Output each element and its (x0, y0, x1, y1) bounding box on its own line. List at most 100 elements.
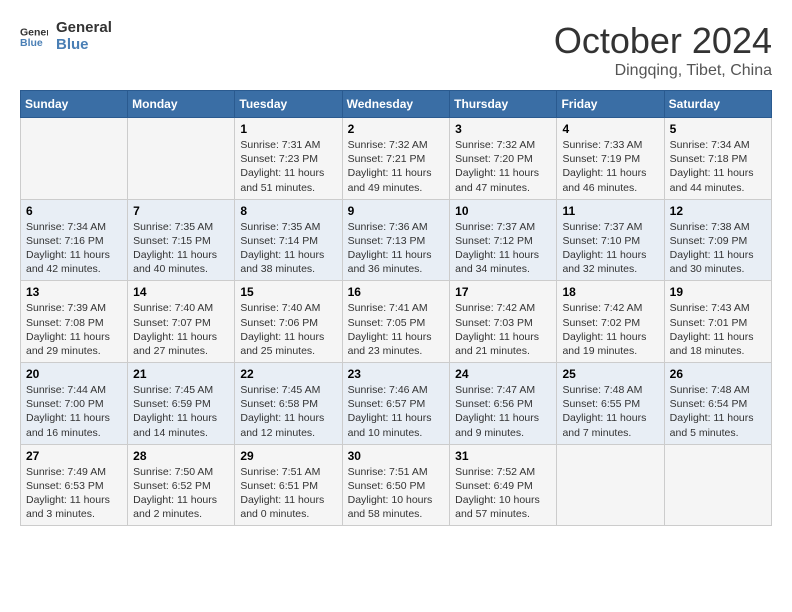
day-number: 12 (670, 204, 766, 218)
header-cell-wednesday: Wednesday (342, 91, 450, 118)
day-number: 15 (240, 285, 336, 299)
day-info: Sunrise: 7:36 AMSunset: 7:13 PMDaylight:… (348, 220, 445, 277)
day-cell: 4 Sunrise: 7:33 AMSunset: 7:19 PMDaylight… (557, 118, 664, 200)
day-info: Sunrise: 7:52 AMSunset: 6:49 PMDaylight:… (455, 465, 551, 522)
day-info: Sunrise: 7:39 AMSunset: 7:08 PMDaylight:… (26, 301, 122, 358)
day-number: 23 (348, 367, 445, 381)
day-number: 17 (455, 285, 551, 299)
day-number: 20 (26, 367, 122, 381)
title-block: October 2024 Dingqing, Tibet, China (554, 20, 772, 80)
day-number: 4 (562, 122, 658, 136)
day-cell: 10 Sunrise: 7:37 AMSunset: 7:12 PMDayligh… (450, 199, 557, 281)
day-info: Sunrise: 7:33 AMSunset: 7:19 PMDaylight:… (562, 138, 658, 195)
day-number: 27 (26, 449, 122, 463)
day-cell (21, 118, 128, 200)
day-number: 1 (240, 122, 336, 136)
day-number: 2 (348, 122, 445, 136)
day-info: Sunrise: 7:50 AMSunset: 6:52 PMDaylight:… (133, 465, 229, 522)
logo: General Blue General Blue (20, 20, 112, 53)
day-cell: 25 Sunrise: 7:48 AMSunset: 6:55 PMDayligh… (557, 363, 664, 445)
day-info: Sunrise: 7:43 AMSunset: 7:01 PMDaylight:… (670, 301, 766, 358)
month-title: October 2024 (554, 20, 772, 62)
day-cell: 31 Sunrise: 7:52 AMSunset: 6:49 PMDayligh… (450, 444, 557, 526)
day-cell: 15Sunrise: 7:40 AMSunset: 7:06 PMDayligh… (235, 281, 342, 363)
day-number: 11 (562, 204, 658, 218)
day-info: Sunrise: 7:34 AMSunset: 7:16 PMDaylight:… (26, 220, 122, 277)
day-info: Sunrise: 7:51 AMSunset: 6:50 PMDaylight:… (348, 465, 445, 522)
day-cell: 8Sunrise: 7:35 AMSunset: 7:14 PMDaylight… (235, 199, 342, 281)
day-number: 13 (26, 285, 122, 299)
day-cell: 17 Sunrise: 7:42 AMSunset: 7:03 PMDayligh… (450, 281, 557, 363)
day-cell: 26Sunrise: 7:48 AMSunset: 6:54 PMDayligh… (664, 363, 771, 445)
day-cell: 3 Sunrise: 7:32 AMSunset: 7:20 PMDaylight… (450, 118, 557, 200)
week-row-4: 27 Sunrise: 7:49 AMSunset: 6:53 PMDayligh… (21, 444, 772, 526)
day-number: 21 (133, 367, 229, 381)
day-info: Sunrise: 7:45 AMSunset: 6:59 PMDaylight:… (133, 383, 229, 440)
day-cell: 27 Sunrise: 7:49 AMSunset: 6:53 PMDayligh… (21, 444, 128, 526)
day-info: Sunrise: 7:32 AMSunset: 7:21 PMDaylight:… (348, 138, 445, 195)
header-cell-saturday: Saturday (664, 91, 771, 118)
header-row: SundayMondayTuesdayWednesdayThursdayFrid… (21, 91, 772, 118)
day-cell: 19 Sunrise: 7:43 AMSunset: 7:01 PMDayligh… (664, 281, 771, 363)
day-cell (128, 118, 235, 200)
day-info: Sunrise: 7:48 AMSunset: 6:55 PMDaylight:… (562, 383, 658, 440)
header-cell-thursday: Thursday (450, 91, 557, 118)
day-number: 3 (455, 122, 551, 136)
day-number: 14 (133, 285, 229, 299)
day-info: Sunrise: 7:49 AMSunset: 6:53 PMDaylight:… (26, 465, 122, 522)
day-info: Sunrise: 7:37 AMSunset: 7:10 PMDaylight:… (562, 220, 658, 277)
logo-text-line1: General (56, 20, 112, 37)
day-number: 22 (240, 367, 336, 381)
calendar-header: SundayMondayTuesdayWednesdayThursdayFrid… (21, 91, 772, 118)
day-number: 9 (348, 204, 445, 218)
week-row-0: 1 Sunrise: 7:31 AMSunset: 7:23 PMDaylight… (21, 118, 772, 200)
week-row-1: 6 Sunrise: 7:34 AMSunset: 7:16 PMDaylight… (21, 199, 772, 281)
day-number: 8 (240, 204, 336, 218)
day-info: Sunrise: 7:47 AMSunset: 6:56 PMDaylight:… (455, 383, 551, 440)
day-info: Sunrise: 7:37 AMSunset: 7:12 PMDaylight:… (455, 220, 551, 277)
day-info: Sunrise: 7:45 AMSunset: 6:58 PMDaylight:… (240, 383, 336, 440)
day-number: 24 (455, 367, 551, 381)
day-number: 6 (26, 204, 122, 218)
day-cell: 23Sunrise: 7:46 AMSunset: 6:57 PMDayligh… (342, 363, 450, 445)
day-cell: 7Sunrise: 7:35 AMSunset: 7:15 PMDaylight… (128, 199, 235, 281)
page-header: General Blue General Blue October 2024 D… (20, 20, 772, 80)
day-info: Sunrise: 7:40 AMSunset: 7:07 PMDaylight:… (133, 301, 229, 358)
header-cell-tuesday: Tuesday (235, 91, 342, 118)
day-info: Sunrise: 7:51 AMSunset: 6:51 PMDaylight:… (240, 465, 336, 522)
day-number: 28 (133, 449, 229, 463)
logo-text-line2: Blue (56, 37, 112, 54)
day-cell: 28 Sunrise: 7:50 AMSunset: 6:52 PMDayligh… (128, 444, 235, 526)
calendar-body: 1 Sunrise: 7:31 AMSunset: 7:23 PMDaylight… (21, 118, 772, 526)
day-info: Sunrise: 7:41 AMSunset: 7:05 PMDaylight:… (348, 301, 445, 358)
day-info: Sunrise: 7:31 AMSunset: 7:23 PMDaylight:… (240, 138, 336, 195)
day-number: 10 (455, 204, 551, 218)
day-info: Sunrise: 7:32 AMSunset: 7:20 PMDaylight:… (455, 138, 551, 195)
day-number: 19 (670, 285, 766, 299)
day-cell (664, 444, 771, 526)
day-cell: 13 Sunrise: 7:39 AMSunset: 7:08 PMDayligh… (21, 281, 128, 363)
day-info: Sunrise: 7:35 AMSunset: 7:15 PMDaylight:… (133, 220, 229, 277)
day-cell: 14 Sunrise: 7:40 AMSunset: 7:07 PMDayligh… (128, 281, 235, 363)
day-cell: 1 Sunrise: 7:31 AMSunset: 7:23 PMDaylight… (235, 118, 342, 200)
day-cell: 30Sunrise: 7:51 AMSunset: 6:50 PMDayligh… (342, 444, 450, 526)
day-number: 18 (562, 285, 658, 299)
header-cell-sunday: Sunday (21, 91, 128, 118)
day-cell: 9 Sunrise: 7:36 AMSunset: 7:13 PMDaylight… (342, 199, 450, 281)
day-number: 31 (455, 449, 551, 463)
week-row-3: 20 Sunrise: 7:44 AMSunset: 7:00 PMDayligh… (21, 363, 772, 445)
day-number: 5 (670, 122, 766, 136)
calendar-table: SundayMondayTuesdayWednesdayThursdayFrid… (20, 90, 772, 526)
day-cell: 24 Sunrise: 7:47 AMSunset: 6:56 PMDayligh… (450, 363, 557, 445)
day-number: 25 (562, 367, 658, 381)
week-row-2: 13 Sunrise: 7:39 AMSunset: 7:08 PMDayligh… (21, 281, 772, 363)
day-number: 16 (348, 285, 445, 299)
day-info: Sunrise: 7:42 AMSunset: 7:03 PMDaylight:… (455, 301, 551, 358)
day-cell: 6 Sunrise: 7:34 AMSunset: 7:16 PMDaylight… (21, 199, 128, 281)
day-info: Sunrise: 7:44 AMSunset: 7:00 PMDaylight:… (26, 383, 122, 440)
day-cell: 16 Sunrise: 7:41 AMSunset: 7:05 PMDayligh… (342, 281, 450, 363)
day-info: Sunrise: 7:42 AMSunset: 7:02 PMDaylight:… (562, 301, 658, 358)
day-cell (557, 444, 664, 526)
day-cell: 11 Sunrise: 7:37 AMSunset: 7:10 PMDayligh… (557, 199, 664, 281)
header-cell-monday: Monday (128, 91, 235, 118)
